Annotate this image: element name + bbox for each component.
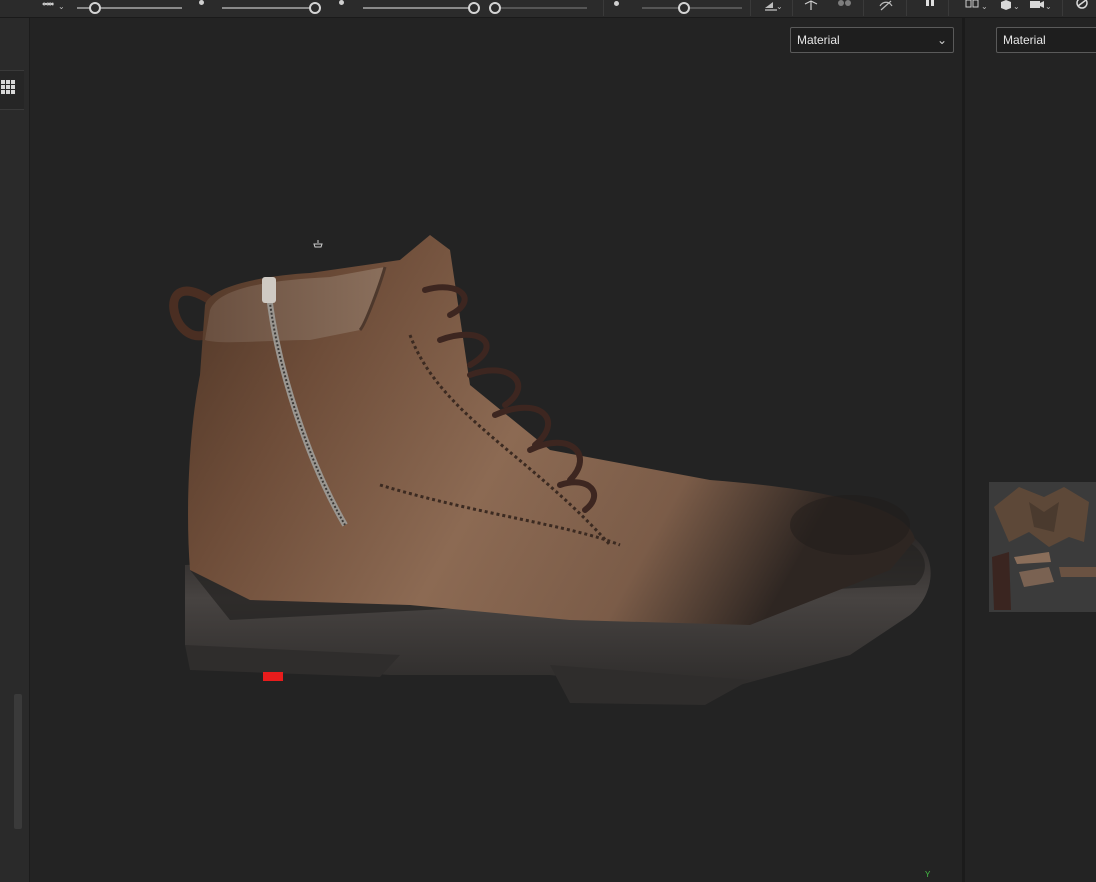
slider-2-track[interactable] — [222, 7, 316, 9]
uv-islands — [992, 487, 1096, 610]
infinity-icon[interactable] — [40, 0, 56, 12]
slider-2-dot — [339, 0, 344, 5]
slider-1-dot — [199, 0, 204, 5]
viewport-shading-label: Material — [797, 33, 840, 47]
grid-icon[interactable] — [1, 80, 15, 94]
slider-3-track[interactable] — [363, 7, 475, 9]
settings-icon[interactable] — [836, 0, 852, 12]
toolbar-separator — [1062, 0, 1063, 16]
hide-icon[interactable] — [878, 0, 894, 12]
chevron-down-icon: ⌄ — [936, 33, 947, 47]
render-icon[interactable] — [1074, 0, 1090, 12]
slider-4-track[interactable] — [490, 7, 587, 9]
toolbar-separator — [948, 0, 949, 16]
viewport-shading-dropdown[interactable]: Material ⌄ — [790, 27, 954, 53]
zipper-pull — [262, 277, 276, 303]
left-panel-scrollbar[interactable] — [14, 694, 22, 829]
uv-shading-dropdown[interactable]: Material — [996, 27, 1096, 53]
slider-4-knob[interactable] — [489, 2, 501, 14]
red-heel-tag — [263, 672, 283, 681]
toolbar-separator — [792, 0, 793, 16]
toolbar-separator — [863, 0, 864, 16]
mirror-icon[interactable] — [964, 0, 980, 12]
slider-5-knob[interactable] — [678, 2, 690, 14]
chevron-down-icon[interactable]: ⌄ — [776, 2, 783, 11]
chevron-down-icon[interactable]: ⌄ — [1045, 2, 1052, 11]
axis-gizmo-y-label: Y — [925, 870, 931, 879]
uv-shading-label: Material — [1003, 33, 1046, 47]
chevron-down-icon[interactable]: ⌄ — [1013, 2, 1020, 11]
chevron-down-icon[interactable]: ⌄ — [981, 2, 988, 11]
slider-3-knob[interactable] — [468, 2, 480, 14]
pause-icon[interactable] — [922, 0, 938, 12]
uv-2d-panel[interactable]: Material — [965, 18, 1096, 882]
3d-texturing-app: ⌄ ⌄ ⌄ ⌄ ⌄ Material ⌄ Y Material — [0, 0, 1096, 882]
sync-icon[interactable] — [803, 0, 819, 12]
camera-icon[interactable] — [1029, 0, 1045, 12]
cube-icon[interactable] — [998, 0, 1014, 12]
slider-1-knob[interactable] — [89, 2, 101, 14]
top-toolbar: ⌄ ⌄ ⌄ ⌄ ⌄ — [0, 0, 1096, 18]
toolbar-separator — [906, 0, 907, 16]
toolbar-separator — [603, 0, 604, 16]
toe-shadow — [790, 495, 910, 555]
slider-5-dot — [614, 1, 619, 6]
left-tool-panel — [0, 18, 30, 882]
slider-5-track[interactable] — [642, 7, 742, 9]
toolbar-separator — [750, 0, 751, 16]
slider-2-knob[interactable] — [309, 2, 321, 14]
chevron-down-icon[interactable]: ⌄ — [58, 2, 65, 11]
boot-3d-model[interactable] — [150, 225, 940, 715]
uv-texture-view[interactable] — [989, 482, 1096, 612]
